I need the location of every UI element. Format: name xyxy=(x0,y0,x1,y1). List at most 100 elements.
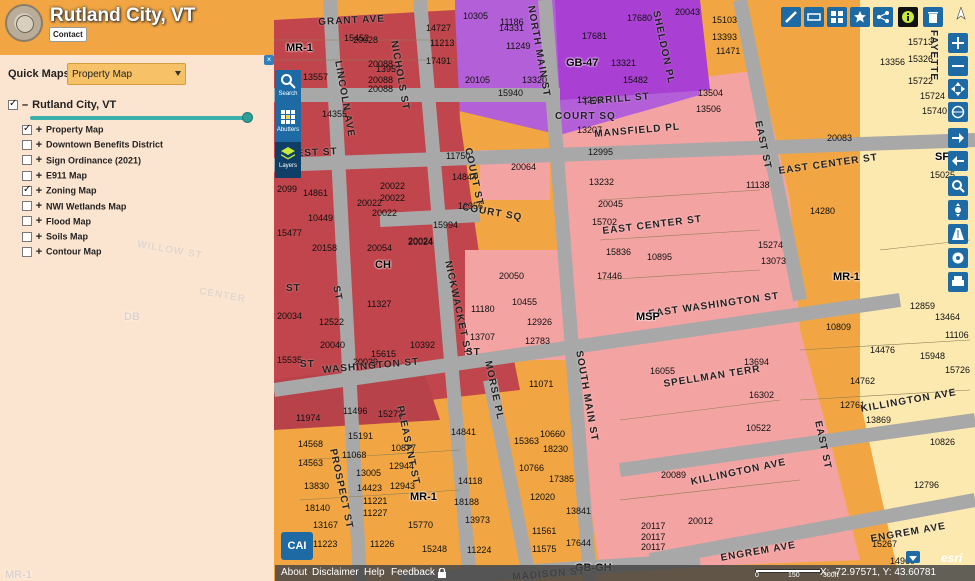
search-icon xyxy=(281,74,296,89)
parcel-label: 15248 xyxy=(422,544,448,554)
parcel-label: 11471 xyxy=(716,46,741,56)
parcel-label: 20050 xyxy=(499,271,525,281)
expand-icon[interactable]: + xyxy=(34,124,44,135)
search-button[interactable]: Search xyxy=(275,70,301,106)
parcel-label: 11575 xyxy=(532,544,557,554)
layer-row[interactable]: + Sign Ordinance (2021) xyxy=(22,155,141,167)
layer-checkbox[interactable] xyxy=(22,231,32,242)
previous-extent-button[interactable] xyxy=(948,151,968,171)
clear-button[interactable] xyxy=(923,7,943,27)
street-label: ST xyxy=(330,284,345,302)
parcel-label: 11213 xyxy=(430,38,455,48)
contact-button[interactable]: Contact xyxy=(49,27,87,42)
parcel-label: 10392 xyxy=(410,340,436,350)
zoom-out-button[interactable] xyxy=(948,56,968,76)
opacity-slider-handle[interactable] xyxy=(242,112,253,123)
layer-row[interactable]: + E911 Map xyxy=(22,170,87,182)
basemap-button[interactable] xyxy=(827,7,847,27)
scale-bar: 0 150 300ft xyxy=(755,566,839,579)
expand-icon[interactable]: + xyxy=(34,185,44,196)
parcel-label: 10660 xyxy=(540,429,566,439)
locate-button[interactable] xyxy=(948,248,968,268)
parcel-label: 14762 xyxy=(850,376,876,386)
layer-row[interactable]: + Contour Map xyxy=(22,246,102,258)
root-layer-row[interactable]: –Rutland City, VT xyxy=(8,96,117,111)
share-button[interactable] xyxy=(873,7,893,27)
layer-label: Downtown Benefits District xyxy=(46,139,164,150)
parcel-label: 20064 xyxy=(511,162,537,172)
expand-icon[interactable]: + xyxy=(34,216,44,227)
layers-button[interactable]: Layers xyxy=(275,142,301,178)
expand-icon[interactable]: + xyxy=(34,201,44,212)
streetview-button[interactable] xyxy=(948,224,968,244)
parcel-label: 17644 xyxy=(566,538,592,548)
expand-icon[interactable]: + xyxy=(34,139,44,150)
parcel-label: 10455 xyxy=(512,297,538,307)
feedback-link[interactable]: Feedback xyxy=(391,567,435,578)
layer-row[interactable]: + NWI Wetlands Map xyxy=(22,201,126,213)
print-button[interactable] xyxy=(948,272,968,292)
parcel-label: 11071 xyxy=(529,379,554,389)
info-button[interactable] xyxy=(898,7,918,27)
city-seal-logo xyxy=(5,4,43,42)
layer-checkbox[interactable] xyxy=(22,139,32,150)
parcel-label: 12859 xyxy=(910,301,936,311)
layer-checkbox[interactable] xyxy=(22,247,32,258)
abutters-button[interactable]: Abutters xyxy=(275,106,301,142)
bookmark-button[interactable] xyxy=(850,7,870,27)
layer-row[interactable]: + Downtown Benefits District xyxy=(22,139,163,151)
parcel-label: 15836 xyxy=(606,247,632,257)
layer-row[interactable]: + Flood Map xyxy=(22,216,91,228)
draw-button[interactable] xyxy=(781,7,801,27)
collapse-icon[interactable]: – xyxy=(22,99,28,111)
root-layer-label: Rutland City, VT xyxy=(32,98,117,111)
parcel-label: 14280 xyxy=(810,206,836,216)
expand-icon[interactable]: + xyxy=(34,231,44,242)
layer-checkbox[interactable] xyxy=(22,170,32,181)
layer-checkbox[interactable] xyxy=(22,201,32,212)
layer-label: Property Map xyxy=(46,124,104,135)
expand-icon[interactable]: + xyxy=(34,155,44,166)
parcel-label: 15770 xyxy=(408,520,434,530)
compass-button[interactable] xyxy=(951,4,971,24)
expand-footer-button[interactable] xyxy=(906,551,920,563)
parcel-label: 11106 xyxy=(945,330,969,340)
layer-row[interactable]: +Property Map xyxy=(22,123,104,136)
globe-icon xyxy=(951,105,965,119)
parcel-label: 15724 xyxy=(920,91,946,101)
parcel-label: 11226 xyxy=(370,539,395,549)
expand-icon[interactable]: + xyxy=(34,247,44,258)
layer-row[interactable]: +Zoning Map xyxy=(22,184,97,197)
zoom-box-button[interactable] xyxy=(948,176,968,196)
parcel-label: 20022 xyxy=(357,198,383,208)
plus-icon xyxy=(952,37,964,49)
pan-button[interactable] xyxy=(948,79,968,99)
zoom-in-button[interactable] xyxy=(948,33,968,53)
layer-checkbox[interactable] xyxy=(22,123,32,135)
measure-button[interactable] xyxy=(804,7,824,27)
parcel-label: 11249 xyxy=(506,41,531,51)
help-link[interactable]: Help xyxy=(364,567,385,578)
disclaimer-link[interactable]: Disclaimer xyxy=(312,567,359,578)
next-extent-button[interactable] xyxy=(948,128,968,148)
layer-checkbox[interactable] xyxy=(22,184,32,196)
parcel-label: 15363 xyxy=(514,436,540,446)
search-button-label: Search xyxy=(278,91,298,97)
about-link[interactable]: About xyxy=(281,567,307,578)
layer-checkbox[interactable] xyxy=(22,155,32,166)
full-extent-button[interactable] xyxy=(948,102,968,122)
parcel-label: 14476 xyxy=(870,345,896,355)
root-layer-checkbox[interactable] xyxy=(8,98,18,110)
panel-close-icon[interactable]: × xyxy=(264,55,274,65)
opacity-slider[interactable] xyxy=(30,112,253,123)
layer-row[interactable]: + Soils Map xyxy=(22,231,88,243)
zone-label: GB-47 xyxy=(566,57,599,69)
parcel-label: 13506 xyxy=(696,104,722,114)
compass-icon xyxy=(956,7,966,20)
expand-icon[interactable]: + xyxy=(34,170,44,181)
pan-tool-button[interactable] xyxy=(948,200,968,220)
parcel-label: 13356 xyxy=(880,57,906,67)
quick-maps-select[interactable]: Property Map xyxy=(67,63,186,85)
layer-checkbox[interactable] xyxy=(22,216,32,227)
app-window: 14331 20043 15103 13393 11471 15713 10305 11186… xyxy=(0,0,975,581)
